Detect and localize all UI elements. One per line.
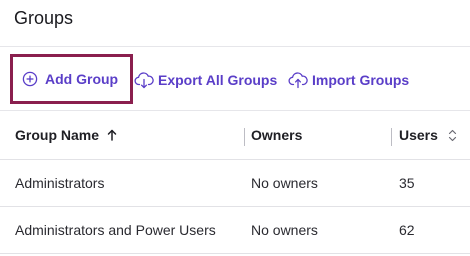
page-title: Groups — [14, 8, 74, 28]
column-divider[interactable] — [244, 128, 245, 146]
add-group-label: Add Group — [45, 71, 119, 87]
title-divider — [0, 46, 470, 47]
export-all-groups-label: Export All Groups — [158, 72, 278, 88]
table-row[interactable]: Administrators No owners 35 — [0, 160, 470, 207]
import-groups-label: Import Groups — [312, 72, 410, 88]
sort-updown-icon — [448, 129, 457, 141]
group-name-cell: Administrators — [15, 175, 105, 191]
column-header-owners[interactable]: Owners — [251, 111, 302, 159]
users-cell: 35 — [399, 175, 415, 191]
toolbar: Add Group Export All Groups Import Group… — [0, 54, 470, 106]
column-header-users-label: Users — [399, 127, 438, 143]
users-cell: 62 — [399, 222, 415, 238]
groups-table: Group Name Owners Users Administrators N… — [0, 111, 470, 254]
export-all-groups-button[interactable]: Export All Groups — [134, 56, 277, 104]
group-name-cell: Administrators and Power Users — [15, 222, 216, 238]
add-group-button[interactable]: Add Group — [10, 54, 133, 104]
column-header-group-name-label: Group Name — [15, 127, 100, 143]
column-header-group-name[interactable]: Group Name — [15, 111, 117, 159]
column-header-owners-label: Owners — [251, 127, 303, 143]
arrow-up-icon — [107, 129, 117, 141]
table-row[interactable]: Administrators and Power Users No owners… — [0, 207, 470, 254]
import-groups-button[interactable]: Import Groups — [288, 56, 409, 104]
table-header: Group Name Owners Users — [0, 111, 470, 160]
column-header-users[interactable]: Users — [399, 111, 457, 159]
cloud-upload-icon — [288, 72, 308, 89]
owners-cell: No owners — [251, 175, 318, 191]
owners-cell: No owners — [251, 222, 318, 238]
plus-circle-icon — [22, 71, 38, 87]
column-divider[interactable] — [391, 128, 392, 146]
cloud-download-icon — [134, 72, 154, 89]
